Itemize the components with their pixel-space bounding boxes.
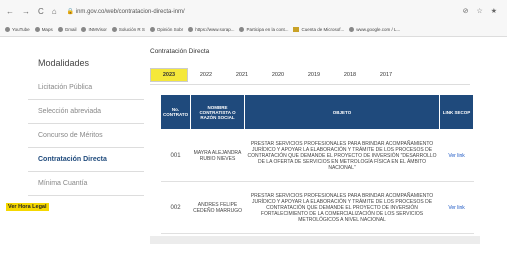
- globe-icon: [81, 26, 87, 32]
- header-nombre: NOMBRE CONTRATISTA O RAZÓN SOCIAL: [190, 94, 245, 130]
- google-icon: [349, 26, 355, 32]
- tab-2023[interactable]: 2023: [150, 68, 188, 82]
- sidebar-item-licitacion[interactable]: Licitación Pública: [28, 76, 144, 100]
- ver-link[interactable]: Ver link: [439, 129, 474, 182]
- bookmark-maps[interactable]: Maps: [34, 26, 53, 32]
- tab-2017[interactable]: 2017: [368, 72, 404, 78]
- maps-icon: [34, 26, 40, 32]
- extensions-icon[interactable]: ★: [491, 7, 497, 15]
- bookmarks-bar: YouTube Maps Gmail INMVisor Solución R S…: [0, 22, 507, 37]
- globe-icon: [149, 26, 155, 32]
- tab-2020[interactable]: 2020: [260, 72, 296, 78]
- tab-2022[interactable]: 2022: [188, 72, 224, 78]
- back-icon[interactable]: ←: [6, 7, 14, 16]
- bookmark-opinion[interactable]: Opinión Sobr: [149, 26, 183, 32]
- bookmark-youtube[interactable]: YouTube: [5, 26, 30, 32]
- bookmark-microsoft[interactable]: Cuenta de Microsof...: [293, 26, 344, 32]
- microsoft-icon: [293, 26, 300, 32]
- bookmark-star-icon[interactable]: ☆: [476, 7, 482, 15]
- gmail-icon: [57, 26, 63, 32]
- horizontal-scrollbar[interactable]: [150, 236, 480, 244]
- header-no-contrato: No. CONTRATO: [159, 94, 192, 130]
- table-row: 001 MAYRA ALEJANDRA RUBIO NIEVES PRESTAR…: [160, 129, 474, 182]
- cell-objeto: PRESTAR SERVICIOS PROFESIONALES PARA BRI…: [244, 129, 440, 182]
- ver-link[interactable]: Ver link: [439, 181, 474, 234]
- forward-icon[interactable]: →: [22, 7, 30, 16]
- toolbar-icons: ⊘ ☆ ★: [463, 7, 497, 15]
- cell-contract-number: 001: [160, 129, 191, 182]
- ver-hora-legal-button[interactable]: Ver Hora Legal: [6, 203, 49, 211]
- cell-contractor-name: ANDRES FELIPE CEDEÑO MARRUGO: [190, 181, 245, 234]
- header-objeto: OBJETO: [243, 94, 441, 130]
- sidebar: Modalidades Licitación Pública Selección…: [28, 54, 144, 196]
- header-link-secop: LINK SECOP: [439, 94, 474, 130]
- sidebar-item-seleccion[interactable]: Selección abreviada: [28, 100, 144, 124]
- table-row: 002 ANDRES FELIPE CEDEÑO MARRUGO PRESTAR…: [160, 181, 474, 234]
- cell-contract-number: 002: [160, 181, 191, 234]
- globe-icon: [239, 26, 245, 32]
- globe-icon: [111, 26, 117, 32]
- nav-buttons: ← → C ⌂: [6, 7, 57, 16]
- bookmark-participa[interactable]: Participa en la cont...: [239, 26, 288, 32]
- address-bar[interactable]: 🔒 inm.gov.co/web/contratacion-directa-in…: [67, 8, 463, 15]
- table-header: No. CONTRATO NOMBRE CONTRATISTA O RAZÓN …: [159, 94, 474, 130]
- tab-2019[interactable]: 2019: [296, 72, 332, 78]
- bookmark-inmvisor[interactable]: INMVisor: [81, 26, 107, 32]
- browser-toolbar: ← → C ⌂ 🔒 inm.gov.co/web/contratacion-di…: [0, 0, 507, 22]
- sidebar-item-minima-cuantia[interactable]: Mínima Cuantía: [28, 172, 144, 196]
- reload-icon[interactable]: C: [38, 7, 44, 16]
- sidebar-item-concurso[interactable]: Concurso de Méritos: [28, 124, 144, 148]
- bookmark-gmail[interactable]: Gmail: [57, 26, 76, 32]
- tab-2018[interactable]: 2018: [332, 72, 368, 78]
- home-icon[interactable]: ⌂: [52, 7, 57, 16]
- tab-2021[interactable]: 2021: [224, 72, 260, 78]
- blocked-icon[interactable]: ⊘: [463, 7, 469, 15]
- globe-icon: [188, 26, 194, 32]
- cell-objeto: PRESTAR SERVICIOS PROFESIONALES PARA BRI…: [244, 181, 440, 234]
- sidebar-item-contratacion-directa[interactable]: Contratación Directa: [28, 148, 144, 172]
- bookmark-sorap[interactable]: https://www.sorap...: [188, 26, 234, 32]
- page-title: Contratación Directa: [150, 48, 210, 55]
- contracts-table: No. CONTRATO NOMBRE CONTRATISTA O RAZÓN …: [159, 94, 474, 234]
- year-tabs: 2023 2022 2021 2020 2019 2018 2017: [150, 66, 470, 85]
- bookmark-google[interactable]: www.google.com / L...: [349, 26, 400, 32]
- youtube-icon: [5, 26, 10, 32]
- cell-contractor-name: MAYRA ALEJANDRA RUBIO NIEVES: [190, 129, 245, 182]
- sidebar-title: Modalidades: [38, 58, 90, 68]
- bookmark-solucion[interactable]: Solución R S: [111, 26, 145, 32]
